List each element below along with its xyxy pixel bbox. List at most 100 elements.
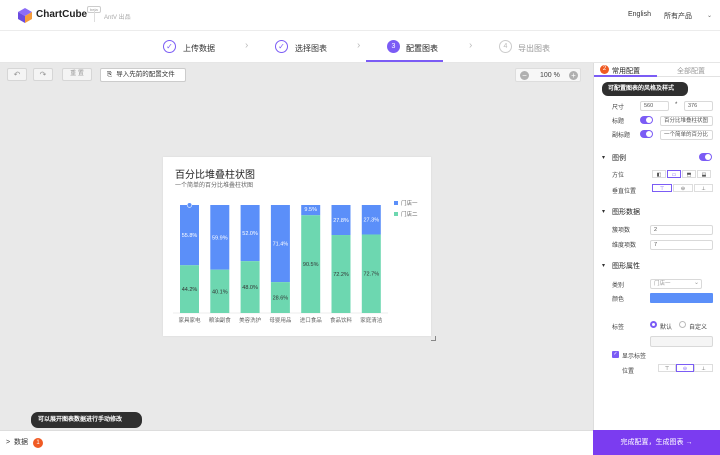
- active-step-underline: [366, 60, 443, 62]
- resize-handle[interactable]: [431, 336, 436, 341]
- config-panel: 2 常用配置 全部配置 可配置图表的风格及样式 尺寸 560 * 376 标题 …: [593, 63, 720, 430]
- label-custom-text: 自定义: [689, 325, 708, 331]
- legend-pos-bottom-icon[interactable]: ⬓: [697, 170, 711, 178]
- tab-common-label: 常用配置: [612, 68, 640, 75]
- products-menu[interactable]: 所有产品: [664, 11, 692, 21]
- align-middle-icon[interactable]: ⊖: [673, 184, 693, 192]
- legend-position-label: 方位: [612, 173, 625, 179]
- legend-section-title[interactable]: 图例: [612, 153, 626, 163]
- legend-toggle[interactable]: [699, 153, 712, 161]
- style-tooltip: 可配置图表的风格及样式: [602, 82, 688, 96]
- steps-bar: ✓ 上传数据 › ✓ 选择图表 › 3 配置图表 › 4 导出图表: [0, 31, 720, 63]
- group-count-input[interactable]: 2: [650, 225, 713, 235]
- data-label: 72.2%: [333, 272, 349, 278]
- bar-selection-handle: [186, 202, 193, 208]
- chart-card[interactable]: 55.8% 44.2% 家具家电 59.9% 40.1% 粮油副食 52.0% 48.0% 美容…: [163, 157, 431, 336]
- x-tick-label: 母婴用品: [269, 317, 292, 324]
- width-input[interactable]: 560: [640, 101, 669, 111]
- language-switch[interactable]: English: [628, 11, 651, 18]
- legend-pos-right-icon[interactable]: ▭: [667, 170, 681, 178]
- collapse-caret-icon[interactable]: ▾: [602, 262, 605, 269]
- import-config-button[interactable]: ⎘ 导入先前的配置文件: [100, 68, 186, 82]
- dimension-count-input[interactable]: 7: [650, 240, 713, 250]
- title-toggle[interactable]: [640, 116, 653, 124]
- data-label: 数据: [13, 439, 28, 446]
- label-pos-bottom-icon[interactable]: ⊥: [694, 364, 713, 372]
- undo-button[interactable]: ↶: [7, 68, 27, 81]
- label-pos-middle-icon[interactable]: ⊖: [676, 364, 694, 372]
- label-custom-radio[interactable]: [679, 321, 686, 328]
- redo-button[interactable]: ↷: [33, 68, 53, 81]
- step-4-label[interactable]: 导出图表: [518, 43, 550, 54]
- finish-config-button[interactable]: 完成配置，生成图表 →: [593, 430, 720, 455]
- subtitle-input[interactable]: 一个简单的百分比: [660, 130, 713, 140]
- show-label-checkbox[interactable]: ✓: [612, 351, 619, 358]
- label-default-radio[interactable]: [650, 321, 657, 328]
- tab-badge: 2: [600, 65, 609, 74]
- step-3-label[interactable]: 配置图表: [406, 43, 438, 54]
- collapse-caret-icon[interactable]: ▾: [602, 208, 605, 215]
- label-position-label: 位置: [622, 369, 635, 375]
- brand-name[interactable]: ChartCube: [36, 9, 87, 20]
- title-input[interactable]: 百分比堆叠柱状图: [660, 116, 713, 126]
- size-label: 尺寸: [612, 105, 625, 111]
- legend-pos-top-icon[interactable]: ⬒: [682, 170, 696, 178]
- height-input[interactable]: 376: [684, 101, 713, 111]
- zoom-value: 100 %: [540, 72, 560, 79]
- top-bar: ChartCube beta AntV 出品 English 所有产品 ⌄: [0, 0, 720, 31]
- legend-position-group: ◧ ▭ ⬒ ⬓: [652, 169, 713, 179]
- chevron-down-icon[interactable]: ⌄: [694, 279, 699, 286]
- tab-common-config[interactable]: 2 常用配置: [594, 63, 657, 77]
- step-3-number[interactable]: 3: [387, 40, 400, 53]
- dimension-count-label: 维度项数: [612, 243, 637, 249]
- chartcube-logo-icon[interactable]: [18, 8, 32, 23]
- x-tick-label: 进口食品: [300, 316, 323, 324]
- color-picker[interactable]: [650, 293, 713, 303]
- data-label: 9.5%: [304, 207, 317, 213]
- size-separator: *: [675, 102, 678, 108]
- data-label: 90.5%: [303, 262, 319, 268]
- data-bar: > 数据 1: [0, 430, 593, 455]
- legend-label: 门店二: [401, 210, 418, 218]
- label-pos-top-icon[interactable]: ⊤: [658, 364, 676, 372]
- label-custom-input[interactable]: [650, 336, 713, 347]
- x-tick-label: 粮油副食: [209, 316, 232, 324]
- align-bottom-icon[interactable]: ⊥: [694, 184, 713, 192]
- data-label: 72.7%: [363, 272, 379, 278]
- zoom-control: − 100 % +: [515, 68, 581, 82]
- title-label: 标题: [612, 119, 625, 125]
- data-label: 71.4%: [273, 242, 289, 248]
- legend-pos-left-icon[interactable]: ◧: [652, 170, 666, 178]
- data-expand-toggle[interactable]: > 数据: [6, 437, 28, 447]
- x-tick-label: 美容洗护: [239, 316, 262, 324]
- step-1-label[interactable]: 上传数据: [183, 43, 215, 54]
- graph-data-section-title[interactable]: 图形数据: [612, 207, 640, 217]
- data-label: 27.3%: [363, 218, 379, 224]
- step-2-label[interactable]: 选择图表: [295, 43, 327, 54]
- step-1-check-icon[interactable]: ✓: [163, 40, 176, 53]
- chart-subtitle[interactable]: 一个简单的百分比堆叠柱状图: [175, 180, 253, 189]
- zoom-in-button[interactable]: +: [569, 71, 578, 80]
- zoom-out-button[interactable]: −: [520, 71, 529, 80]
- label-position-group: ⊤ ⊖ ⊥: [658, 364, 713, 374]
- step-2-check-icon[interactable]: ✓: [275, 40, 288, 53]
- data-label: 48.0%: [242, 285, 258, 291]
- chart-title[interactable]: 百分比堆叠柱状图: [175, 166, 255, 181]
- tab-all-config[interactable]: 全部配置: [657, 63, 720, 77]
- align-top-icon[interactable]: ⊤: [652, 184, 672, 192]
- data-label: 27.8%: [333, 218, 349, 224]
- chevron-right-icon: ›: [357, 40, 361, 51]
- chevron-right-icon: ›: [469, 40, 473, 51]
- data-label: 55.8%: [182, 233, 198, 239]
- data-label: 44.2%: [182, 287, 198, 293]
- legend-marker: [394, 212, 398, 216]
- legend-vertical-group: ⊤ ⊖ ⊥: [652, 184, 713, 194]
- import-icon: ⎘: [107, 71, 113, 78]
- reset-button[interactable]: 重 置: [62, 68, 92, 81]
- chevron-down-icon[interactable]: ⌄: [707, 12, 712, 19]
- graph-attr-section-title[interactable]: 图形属性: [612, 261, 640, 271]
- show-label-text: 显示标签: [622, 354, 647, 360]
- subtitle-toggle[interactable]: [640, 130, 653, 138]
- step-4-number[interactable]: 4: [499, 40, 512, 53]
- collapse-caret-icon[interactable]: ▾: [602, 154, 605, 161]
